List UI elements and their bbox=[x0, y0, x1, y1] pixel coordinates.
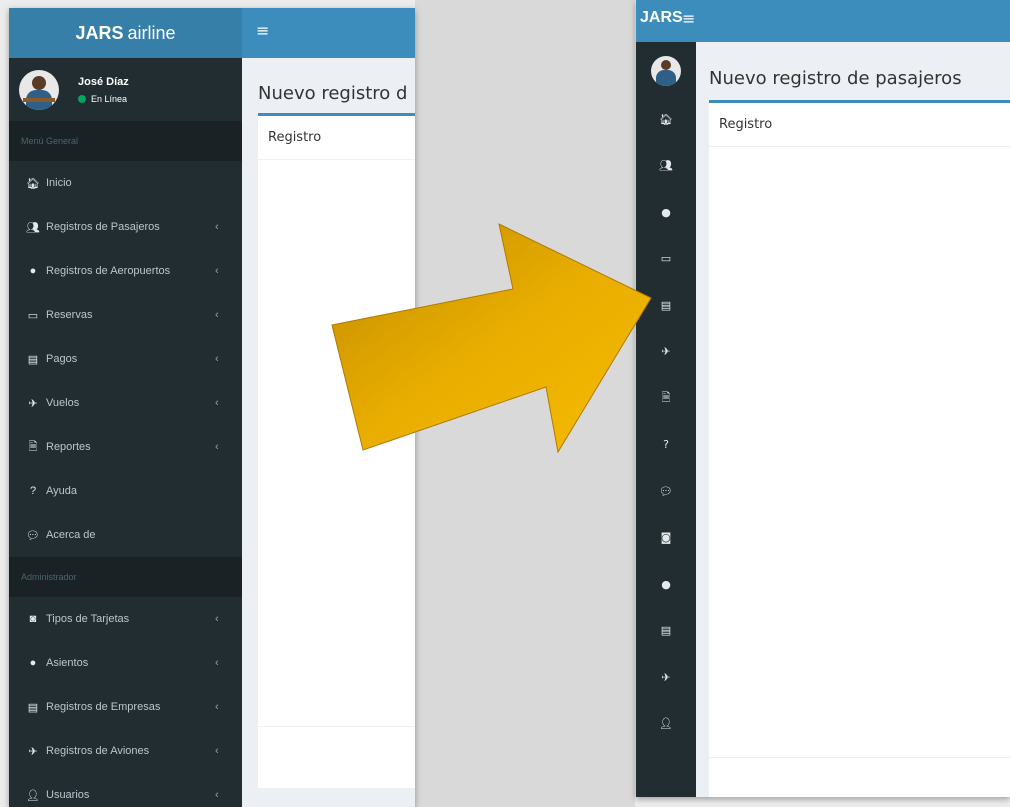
user-name: José Díaz bbox=[78, 75, 129, 88]
sidebar: José Díaz En Línea Menú General 🏠︎ Inicio… bbox=[9, 58, 242, 807]
box-title: Registro bbox=[258, 116, 415, 160]
logo-bold: JARS bbox=[75, 22, 124, 43]
hamburger-menu-icon[interactable]: ≡ bbox=[682, 9, 695, 28]
home-icon: 🏠︎ bbox=[26, 177, 40, 190]
sidebar-item[interactable]: 💬︎ Acerca de bbox=[9, 513, 242, 557]
sidebar-item-label: Tipos de Tarjetas bbox=[46, 613, 130, 625]
chevron-left-icon: ‹ bbox=[215, 397, 219, 409]
top-navbar-collapsed: JARS ≡ bbox=[636, 0, 1010, 42]
sidebar-item[interactable]: ▤ Registros de Empresas ‹ bbox=[9, 685, 242, 729]
avatar bbox=[651, 56, 681, 86]
box-title: Registro bbox=[709, 103, 1010, 147]
sidebar-item-label: Acerca de bbox=[46, 529, 96, 541]
plane-icon: ✈ bbox=[28, 397, 38, 410]
comment-icon[interactable]: 💬︎ bbox=[636, 468, 696, 515]
question-circle-icon[interactable]: ? bbox=[636, 422, 696, 469]
page-title: Nuevo registro d bbox=[258, 83, 408, 104]
menu-header-admin: Administrador bbox=[9, 557, 242, 597]
sidebar-item-label: Registros de Empresas bbox=[46, 701, 161, 713]
sidebar-item-label: Pagos bbox=[46, 353, 78, 365]
app-logo-mini[interactable]: JARS bbox=[640, 9, 683, 27]
sidebar-item[interactable]: ✈ Vuelos ‹ bbox=[9, 381, 242, 425]
plane-icon: ✈ bbox=[28, 745, 38, 758]
sidebar-item[interactable]: 👥︎ Registros de Pasajeros ‹ bbox=[9, 205, 242, 249]
globe-icon: ● bbox=[29, 265, 37, 277]
sidebar-item[interactable]: ✈ Registros de Aviones ‹ bbox=[9, 729, 242, 773]
app-logo[interactable]: JARS airline bbox=[9, 8, 242, 58]
sidebar-item-label: Asientos bbox=[46, 657, 89, 669]
user-plus-icon: 👥︎ bbox=[26, 221, 40, 234]
mastercard-icon[interactable]: ◙ bbox=[636, 515, 696, 562]
visa-card-icon: ▭ bbox=[27, 309, 39, 322]
register-box: Registro bbox=[258, 113, 415, 788]
sidebar-item[interactable]: ● Registros de Aeropuertos ‹ bbox=[9, 249, 242, 293]
expanded-layout-screenshot: JARS airline ≡ José Díaz En Línea Menú G… bbox=[9, 8, 415, 807]
comment-icon: 💬︎ bbox=[26, 529, 40, 542]
sidebar-item-label: Ayuda bbox=[46, 485, 77, 497]
avatar bbox=[19, 69, 59, 110]
register-box: Registro bbox=[709, 100, 1010, 797]
sidebar-item-label: Registros de Aviones bbox=[46, 745, 150, 757]
sidebar-item[interactable]: ● Asientos ‹ bbox=[9, 641, 242, 685]
menu-header-general: Menú General bbox=[9, 121, 242, 161]
user-icon: 👤︎ bbox=[26, 789, 40, 802]
box-footer bbox=[258, 726, 415, 788]
sidebar-item-label: Registros de Aeropuertos bbox=[46, 265, 171, 277]
hamburger-menu-icon[interactable]: ≡ bbox=[256, 21, 269, 40]
sidebar-item[interactable]: 🗎︎ Reportes ‹ bbox=[9, 425, 242, 469]
file-text-icon: ▤ bbox=[27, 701, 39, 714]
chevron-left-icon: ‹ bbox=[215, 613, 219, 625]
question-circle-icon: ? bbox=[29, 485, 37, 497]
sidebar-item[interactable]: 🏠︎ Inicio bbox=[9, 161, 242, 205]
file-text-icon[interactable]: ▤ bbox=[636, 608, 696, 655]
sidebar-item[interactable]: 👤︎ Usuarios ‹ bbox=[9, 773, 242, 807]
home-icon[interactable]: 🏠︎ bbox=[636, 96, 696, 143]
user-status-label: En Línea bbox=[91, 93, 128, 104]
visa-card-icon[interactable]: ▭ bbox=[636, 236, 696, 283]
collapsed-layout-screenshot: JARS ≡ 🏠︎ 👥︎ ● ▭ ▤ ✈ 🗎︎? 💬︎ ◙ ● ▤ ✈ 👤︎ Nuevo registr… bbox=[636, 0, 1010, 797]
globe-icon[interactable]: ● bbox=[636, 189, 696, 236]
sidebar-item-label: Reportes bbox=[46, 441, 91, 453]
globe-icon[interactable]: ● bbox=[636, 561, 696, 608]
credit-card-icon: ▤ bbox=[27, 353, 39, 366]
plane-icon[interactable]: ✈ bbox=[636, 329, 696, 376]
chevron-left-icon: ‹ bbox=[215, 353, 219, 365]
chevron-left-icon: ‹ bbox=[215, 745, 219, 757]
user-status: En Línea bbox=[78, 94, 129, 104]
sidebar-item-label: Registros de Pasajeros bbox=[46, 221, 160, 233]
pdf-file-icon: 🗎︎ bbox=[28, 440, 38, 453]
globe-icon: ● bbox=[29, 657, 37, 669]
sidebar-item-label: Reservas bbox=[46, 309, 93, 321]
chevron-left-icon: ‹ bbox=[215, 789, 219, 801]
sidebar-item[interactable]: ◙ Tipos de Tarjetas ‹ bbox=[9, 597, 242, 641]
credit-card-icon[interactable]: ▤ bbox=[636, 282, 696, 329]
content-area-collapsed: Nuevo registro de pasajeros Registro bbox=[696, 42, 1010, 797]
sidebar-collapsed: 🏠︎ 👥︎ ● ▭ ▤ ✈ 🗎︎? 💬︎ ◙ ● ▤ ✈ 👤︎ bbox=[636, 42, 696, 797]
page-title: Nuevo registro de pasajeros bbox=[709, 68, 962, 89]
chevron-left-icon: ‹ bbox=[215, 221, 219, 233]
pdf-file-icon[interactable]: 🗎︎ bbox=[636, 375, 696, 422]
chevron-left-icon: ‹ bbox=[215, 657, 219, 669]
online-dot-icon bbox=[78, 94, 86, 103]
chevron-left-icon: ‹ bbox=[215, 265, 219, 277]
mastercard-icon: ◙ bbox=[29, 613, 37, 625]
box-footer bbox=[709, 757, 1010, 797]
plane-icon[interactable]: ✈ bbox=[636, 654, 696, 701]
top-navbar: ≡ bbox=[242, 8, 415, 58]
sidebar-item-label: Inicio bbox=[46, 177, 72, 189]
user-panel: José Díaz En Línea bbox=[9, 58, 242, 121]
sidebar-item-label: Vuelos bbox=[46, 397, 80, 409]
sidebar-item-label: Usuarios bbox=[46, 789, 90, 801]
user-plus-icon[interactable]: 👥︎ bbox=[636, 143, 696, 190]
sidebar-item[interactable]: ? Ayuda bbox=[9, 469, 242, 513]
content-area: Nuevo registro d Registro bbox=[242, 58, 415, 807]
sidebar-item[interactable]: ▤ Pagos ‹ bbox=[9, 337, 242, 381]
backdrop bbox=[415, 0, 635, 807]
chevron-left-icon: ‹ bbox=[215, 701, 219, 713]
chevron-left-icon: ‹ bbox=[215, 309, 219, 321]
logo-rest: airline bbox=[127, 22, 176, 43]
chevron-left-icon: ‹ bbox=[215, 441, 219, 453]
sidebar-item[interactable]: ▭ Reservas ‹ bbox=[9, 293, 242, 337]
user-icon[interactable]: 👤︎ bbox=[636, 701, 696, 748]
